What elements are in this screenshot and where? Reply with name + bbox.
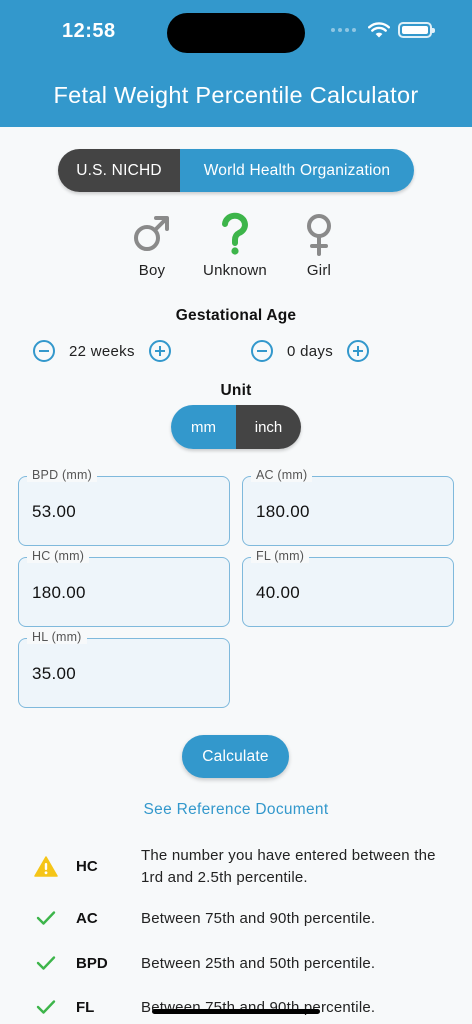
- hl-field[interactable]: HL (mm) 35.00: [18, 630, 230, 708]
- question-mark-icon: [222, 212, 248, 255]
- bpd-field[interactable]: BPD (mm) 53.00: [18, 468, 230, 546]
- hc-field[interactable]: HC (mm) 180.00: [18, 549, 230, 627]
- weeks-increment-icon[interactable]: [148, 340, 171, 362]
- result-text: Between 75th and 90th percentile.: [141, 910, 376, 927]
- checkmark-icon: [36, 956, 56, 970]
- unit-toggle: mm inch: [171, 405, 301, 449]
- gender-label-unknown: Unknown: [203, 262, 267, 279]
- unit-label: Unit: [220, 382, 252, 399]
- page-title: Fetal Weight Percentile Calculator: [53, 82, 419, 108]
- hl-field-value[interactable]: 35.00: [32, 664, 76, 684]
- ac-field-label: AC (mm): [251, 468, 313, 482]
- warning-icon: [34, 856, 58, 877]
- gender-label-boy: Boy: [138, 262, 166, 279]
- weeks-value: 22 weeks: [69, 342, 135, 360]
- result-text: Between 25th and 50th percentile.: [141, 955, 376, 972]
- dynamic-island: [167, 13, 305, 53]
- hc-field-label: HC (mm): [27, 549, 90, 563]
- checkmark-icon: [36, 1000, 56, 1014]
- fl-field[interactable]: FL (mm) 40.00: [242, 549, 454, 627]
- status-icons: [331, 22, 435, 38]
- result-code: FL: [76, 999, 95, 1016]
- result-code: HC: [76, 858, 98, 875]
- status-time: 12:58: [62, 20, 116, 42]
- days-decrement-icon[interactable]: [251, 340, 273, 362]
- hc-field-value[interactable]: 180.00: [32, 583, 86, 603]
- gender-option-unknown[interactable]: Unknown: [190, 212, 280, 279]
- weeks-stepper: 22 weeks: [33, 340, 171, 362]
- bpd-field-value[interactable]: 53.00: [32, 502, 76, 522]
- standard-toggle: U.S. NICHD World Health Organization: [58, 149, 414, 192]
- gestational-age-label: Gestational Age: [175, 307, 297, 324]
- standard-option-who[interactable]: World Health Organization: [180, 149, 414, 192]
- bpd-field-label: BPD (mm): [27, 468, 97, 482]
- male-symbol-icon: [134, 216, 169, 251]
- gender-label-girl: Girl: [306, 262, 332, 279]
- battery-icon: [398, 22, 435, 38]
- home-indicator: [152, 1009, 320, 1014]
- reference-document-link[interactable]: See Reference Document: [0, 801, 472, 819]
- app-header: 12:58 Fetal Weight Percentile Calculator: [0, 0, 472, 127]
- fl-field-value[interactable]: 40.00: [256, 583, 300, 603]
- result-code: BPD: [76, 955, 108, 972]
- result-text: The number you have entered between the …: [141, 847, 436, 886]
- calculate-button[interactable]: Calculate: [182, 735, 289, 778]
- hl-field-label: HL (mm): [27, 630, 87, 644]
- result-text: Between 75th and 90th percentile.: [141, 999, 376, 1016]
- checkmark-icon: [36, 911, 56, 925]
- cellular-signal-icon: [331, 28, 356, 32]
- gender-option-boy[interactable]: Boy: [107, 212, 197, 279]
- wifi-icon: [368, 22, 390, 38]
- fl-field-label: FL (mm): [251, 549, 310, 563]
- ac-field-value[interactable]: 180.00: [256, 502, 310, 522]
- ac-field[interactable]: AC (mm) 180.00: [242, 468, 454, 546]
- gender-option-girl[interactable]: Girl: [274, 212, 364, 279]
- days-value: 0 days: [287, 342, 333, 360]
- weeks-decrement-icon[interactable]: [33, 340, 55, 362]
- days-stepper: 0 days: [251, 340, 369, 362]
- unit-option-mm[interactable]: mm: [171, 405, 236, 449]
- days-increment-icon[interactable]: [347, 340, 369, 362]
- female-symbol-icon: [307, 214, 331, 256]
- standard-option-nichd[interactable]: U.S. NICHD: [58, 149, 180, 192]
- unit-option-inch[interactable]: inch: [236, 405, 301, 449]
- result-code: AC: [76, 910, 98, 927]
